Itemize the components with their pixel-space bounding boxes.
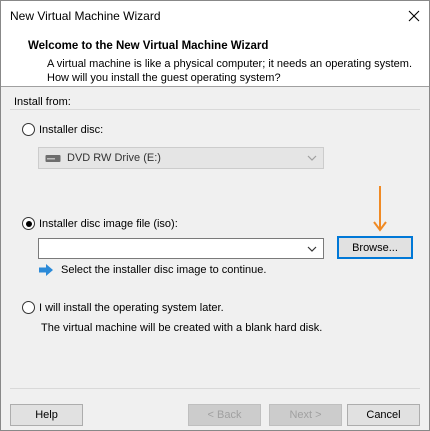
close-button[interactable] bbox=[399, 1, 429, 31]
wizard-window: New Virtual Machine Wizard Welcome to th… bbox=[0, 0, 430, 431]
header-description: A virtual machine is like a physical com… bbox=[47, 58, 413, 84]
disc-drive-icon bbox=[45, 155, 61, 162]
radio-install-later-label: I will install the operating system late… bbox=[39, 301, 224, 314]
titlebar: New Virtual Machine Wizard bbox=[1, 1, 429, 31]
close-icon bbox=[408, 10, 420, 22]
disc-drive-value: DVD RW Drive (E:) bbox=[67, 152, 161, 164]
iso-hint-text: Select the installer disc image to conti… bbox=[61, 264, 267, 276]
next-button[interactable]: Next > bbox=[269, 404, 342, 426]
window-title: New Virtual Machine Wizard bbox=[10, 9, 161, 23]
browse-button[interactable]: Browse... bbox=[337, 236, 413, 259]
radio-installer-disc-label: Installer disc: bbox=[39, 123, 104, 136]
header-title: Welcome to the New Virtual Machine Wizar… bbox=[28, 40, 269, 52]
iso-hint: Select the installer disc image to conti… bbox=[39, 264, 266, 276]
back-button[interactable]: < Back bbox=[188, 404, 261, 426]
disc-drive-select: DVD RW Drive (E:) bbox=[38, 147, 324, 169]
annotation-arrow-icon bbox=[373, 186, 387, 232]
radio-installer-disc[interactable]: Installer disc: bbox=[22, 123, 103, 136]
footer-divider bbox=[10, 388, 420, 389]
help-button[interactable]: Help bbox=[10, 404, 83, 426]
wizard-header: Welcome to the New Virtual Machine Wizar… bbox=[1, 31, 429, 87]
group-divider bbox=[10, 109, 420, 110]
chevron-down-icon[interactable] bbox=[307, 245, 317, 253]
radio-button[interactable] bbox=[22, 123, 35, 136]
arrow-right-icon bbox=[39, 264, 53, 276]
install-from-label: Install from: bbox=[14, 96, 71, 108]
cancel-button[interactable]: Cancel bbox=[347, 404, 420, 426]
radio-button[interactable] bbox=[22, 301, 35, 314]
install-later-description: The virtual machine will be created with… bbox=[41, 322, 323, 334]
radio-install-later[interactable]: I will install the operating system late… bbox=[22, 301, 224, 314]
radio-button-selected[interactable] bbox=[22, 217, 35, 230]
chevron-down-icon bbox=[307, 155, 317, 161]
radio-iso-image[interactable]: Installer disc image file (iso): bbox=[22, 217, 178, 230]
iso-path-combo[interactable] bbox=[38, 238, 324, 259]
radio-iso-image-label: Installer disc image file (iso): bbox=[39, 217, 178, 230]
